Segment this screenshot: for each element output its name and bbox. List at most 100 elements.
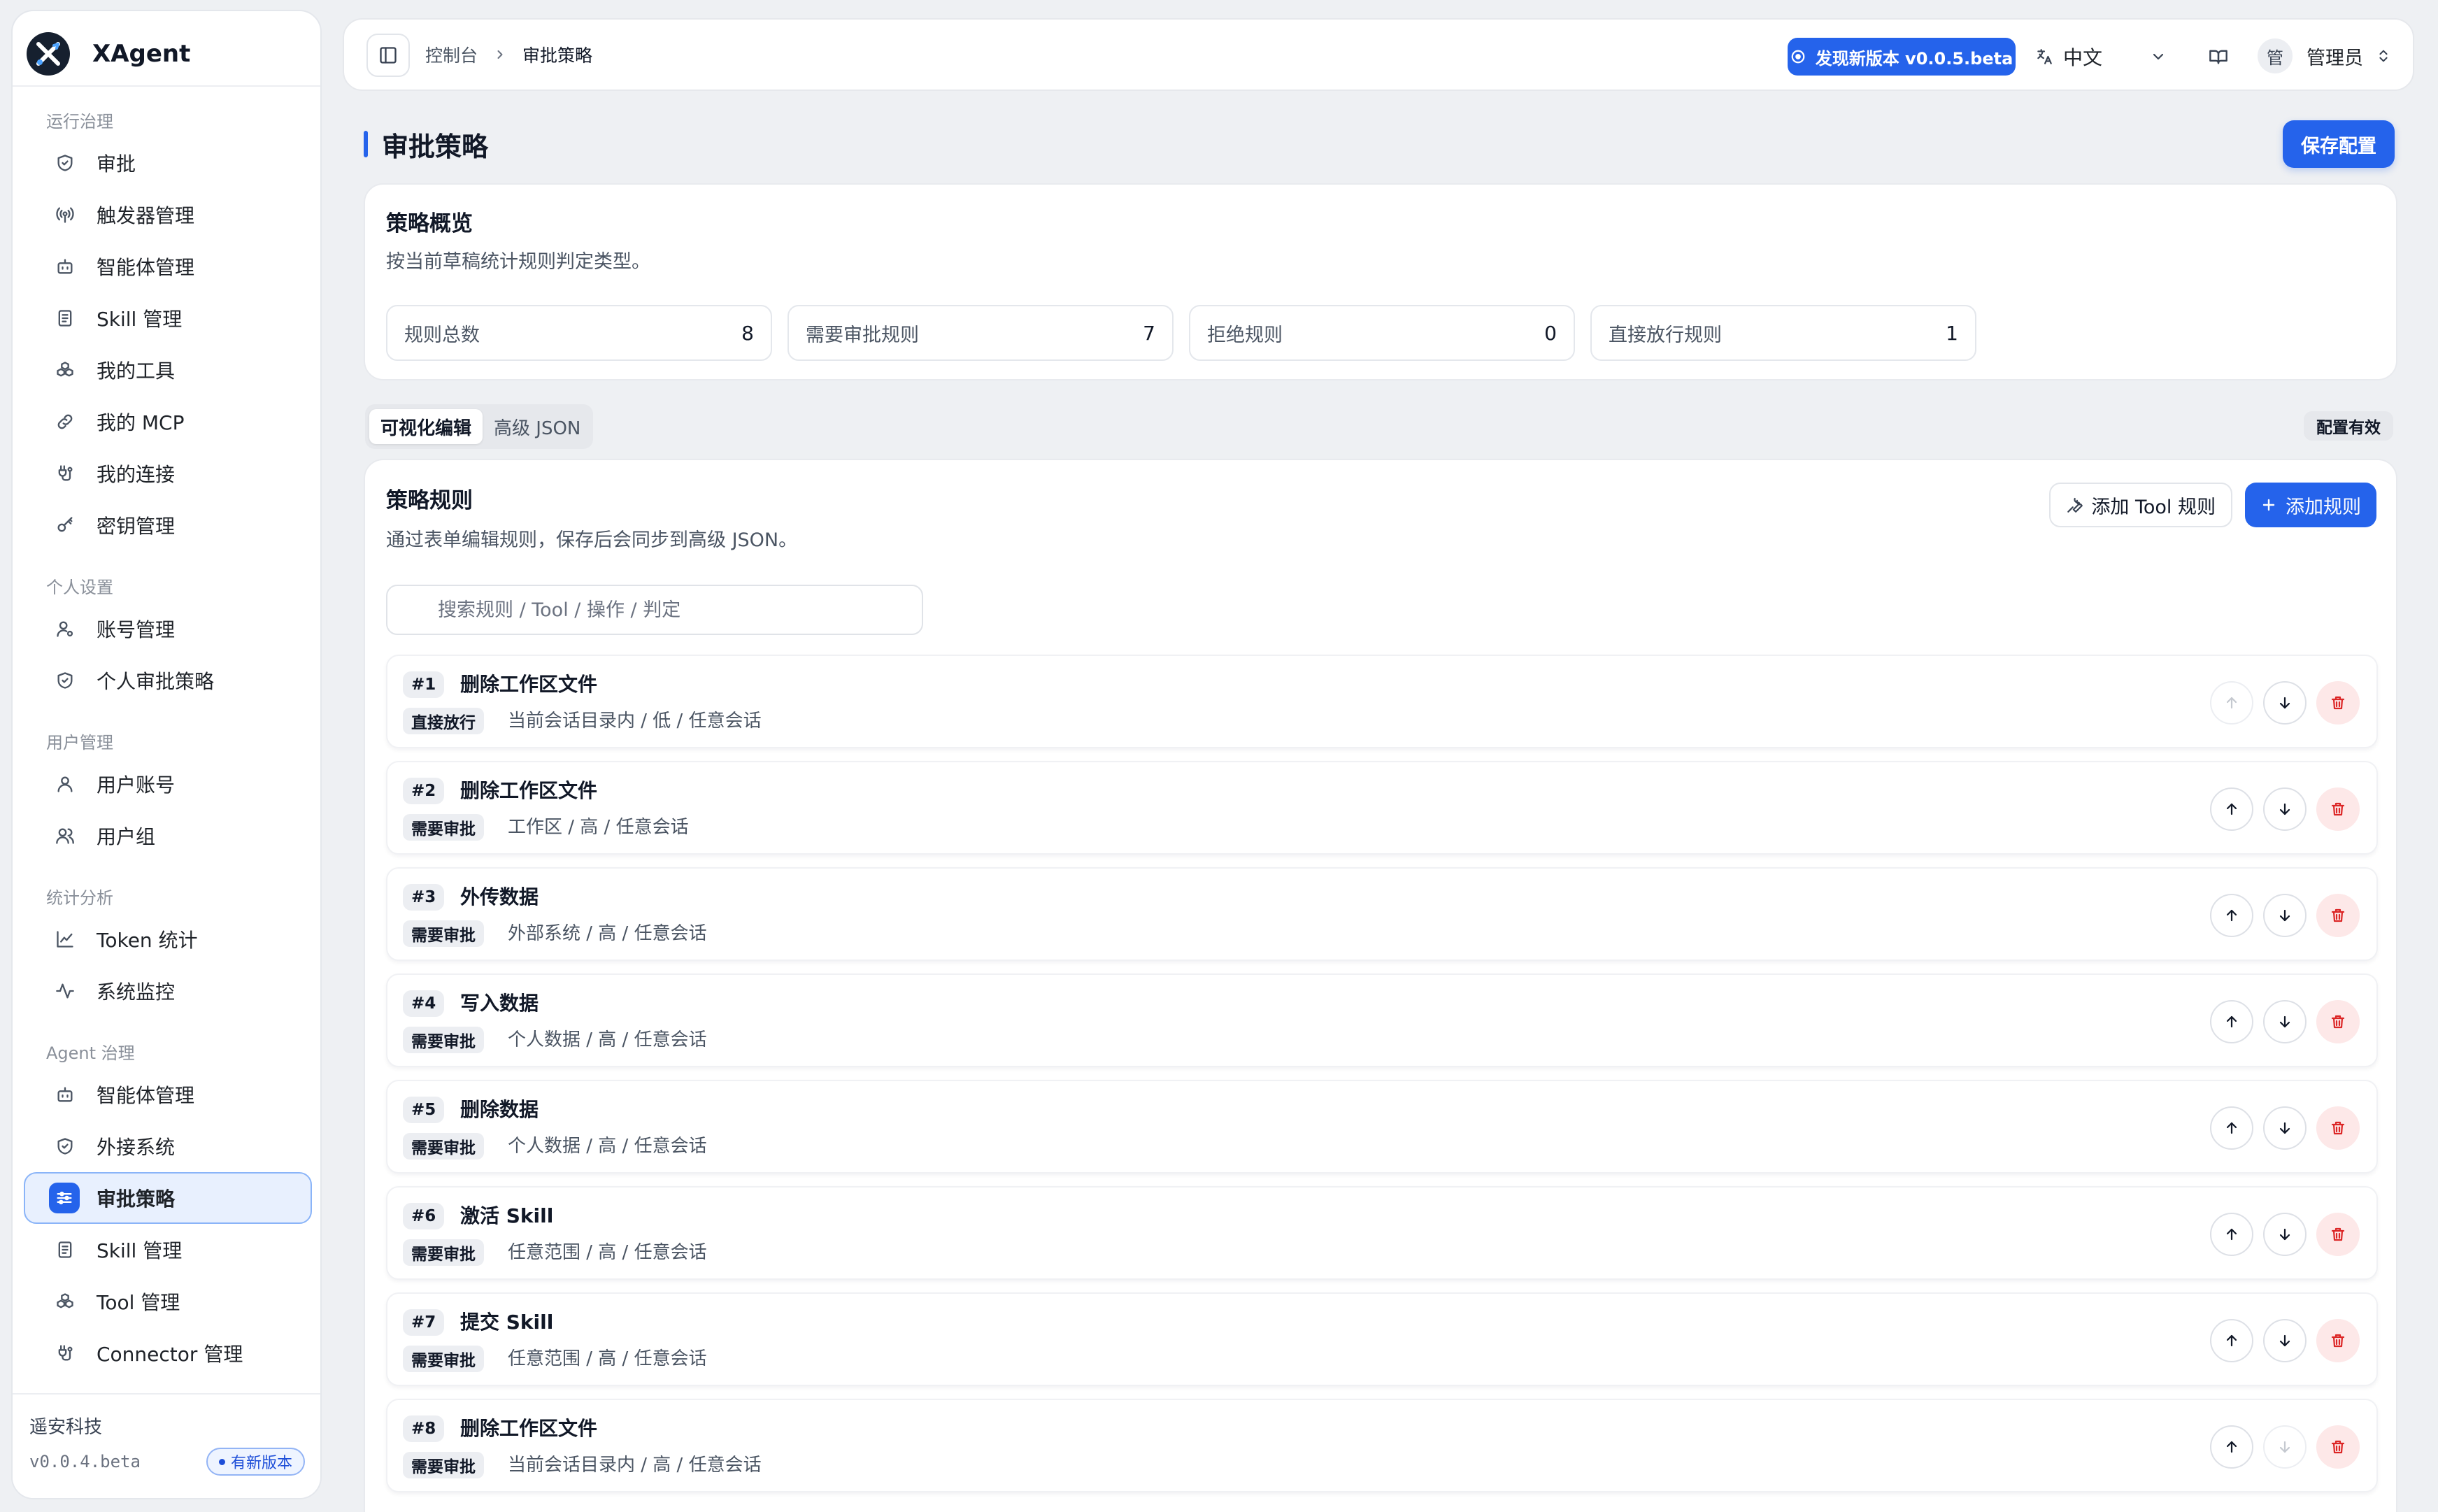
sidebar-item[interactable]: 审批	[24, 137, 312, 189]
move-up-button[interactable]	[2210, 1106, 2253, 1150]
rule-row[interactable]: #2 删除工作区文件 需要审批 工作区 / 高 / 任意会话	[386, 761, 2378, 855]
delete-rule-button[interactable]	[2316, 787, 2360, 831]
docs-book-icon[interactable]	[2209, 38, 2228, 76]
sidebar-item-label: 智能体管理	[97, 256, 195, 279]
user-menu[interactable]: 管 管理员	[2258, 35, 2391, 77]
delete-rule-button[interactable]	[2316, 1000, 2360, 1043]
rule-row[interactable]: #8 删除工作区文件 需要审批 当前会话目录内 / 高 / 任意会话	[386, 1399, 2378, 1492]
move-up-button[interactable]	[2210, 1000, 2253, 1043]
delete-rule-button[interactable]	[2316, 681, 2360, 725]
sidebar-item[interactable]: 智能体管理	[24, 241, 312, 292]
rule-decision-tag: 直接放行	[403, 708, 484, 734]
add-tool-rule-button[interactable]: 添加 Tool 规则	[2049, 483, 2232, 527]
rule-row[interactable]: #6 激活 Skill 需要审批 任意范围 / 高 / 任意会话	[386, 1186, 2378, 1280]
sidebar-item[interactable]: Token 统计	[24, 913, 312, 965]
add-rule-button[interactable]: 添加规则	[2245, 483, 2376, 527]
sidebar-item[interactable]: 触发器管理	[24, 189, 312, 241]
move-down-button[interactable]	[2263, 1106, 2307, 1150]
sidebar-item[interactable]: Tool 管理	[24, 1276, 312, 1327]
rule-controls	[2200, 894, 2360, 937]
stat-label: 直接放行规则	[1609, 324, 1722, 346]
rule-name: 写入数据	[460, 992, 539, 1015]
tab-advanced-json[interactable]: 高级 JSON	[483, 409, 592, 444]
rule-controls	[2200, 1319, 2360, 1362]
sidebar-nav-scroll[interactable]: 运行治理 审批 触发器管理 智能体管理 Skill 管理 我的工具 我的 MCP 我的连接 密钥…	[13, 87, 320, 1392]
stat-value: 0	[1544, 321, 1557, 345]
chevron-down-icon[interactable]	[2150, 38, 2167, 76]
rule-controls	[2200, 1106, 2360, 1150]
wrench-icon	[2066, 496, 2084, 514]
move-up-button[interactable]	[2210, 1425, 2253, 1469]
sidebar-item[interactable]: 个人审批策略	[24, 655, 312, 706]
stat-value: 7	[1143, 321, 1155, 345]
move-down-button[interactable]	[2263, 681, 2307, 725]
rules-search-input[interactable]	[386, 585, 923, 635]
rule-row[interactable]: #3 外传数据 需要审批 外部系统 / 高 / 任意会话	[386, 867, 2378, 961]
sidebar-item[interactable]: 我的工具	[24, 344, 312, 396]
sidebar-item-label: 审批	[97, 152, 136, 176]
move-down-button[interactable]	[2263, 1319, 2307, 1362]
rule-row[interactable]: #7 提交 Skill 需要审批 任意范围 / 高 / 任意会话	[386, 1292, 2378, 1386]
sidebar-item[interactable]: Skill 管理	[24, 292, 312, 344]
rule-controls	[2200, 681, 2360, 725]
sidebar-item[interactable]: MCP 配置	[24, 1379, 312, 1392]
sidebar-item[interactable]: 我的 MCP	[24, 396, 312, 448]
arrow-up-icon	[2223, 1226, 2240, 1243]
new-version-badge[interactable]: 有新版本	[206, 1448, 305, 1476]
user-name: 管理员	[2307, 47, 2363, 69]
move-down-button[interactable]	[2263, 894, 2307, 937]
sidebar-toggle-button[interactable]	[366, 34, 410, 77]
sidebar-item[interactable]: 账号管理	[24, 603, 312, 655]
delete-rule-button[interactable]	[2316, 894, 2360, 937]
sidebar-item-label: MCP 配置	[97, 1391, 185, 1392]
sidebar-item[interactable]: 我的连接	[24, 448, 312, 499]
delete-rule-button[interactable]	[2316, 1319, 2360, 1362]
update-available-button[interactable]: 发现新版本 v0.0.5.beta	[1788, 38, 2016, 76]
shield-icon	[53, 669, 77, 692]
sidebar-item-label: Skill 管理	[97, 1239, 183, 1262]
move-down-button[interactable]	[2263, 1213, 2307, 1256]
sidebar-item[interactable]: 审批策略	[24, 1172, 312, 1224]
move-up-button[interactable]	[2210, 787, 2253, 831]
sidebar-section-title: 用户管理	[46, 733, 113, 753]
rule-meta: 任意范围 / 高 / 任意会话	[508, 1242, 707, 1263]
rule-row[interactable]: #4 写入数据 需要审批 个人数据 / 高 / 任意会话	[386, 973, 2378, 1067]
move-down-button[interactable]	[2263, 1425, 2307, 1469]
delete-rule-button[interactable]	[2316, 1106, 2360, 1150]
rule-row[interactable]: #1 删除工作区文件 直接放行 当前会话目录内 / 低 / 任意会话	[386, 655, 2378, 748]
sidebar-item[interactable]: 密钥管理	[24, 499, 312, 551]
move-up-button[interactable]	[2210, 1319, 2253, 1362]
move-up-button[interactable]	[2210, 1213, 2253, 1256]
rule-meta: 任意范围 / 高 / 任意会话	[508, 1348, 707, 1369]
language-selector[interactable]: 中文	[2035, 38, 2102, 76]
sidebar-item-label: 用户组	[97, 825, 156, 848]
sidebar-item[interactable]: 外接系统	[24, 1120, 312, 1172]
move-down-button[interactable]	[2263, 787, 2307, 831]
arrow-down-icon	[2276, 1013, 2293, 1030]
move-up-button[interactable]	[2210, 894, 2253, 937]
sidebar-item[interactable]: Connector 管理	[24, 1327, 312, 1379]
page-title: 审批策略	[382, 131, 489, 162]
move-up-button[interactable]	[2210, 681, 2253, 725]
sidebar-header[interactable]: XAgent	[27, 25, 306, 83]
move-down-button[interactable]	[2263, 1000, 2307, 1043]
rule-decision-tag: 需要审批	[403, 1452, 484, 1478]
rule-decision-tag: 需要审批	[403, 1027, 484, 1053]
sidebar-item[interactable]: Skill 管理	[24, 1224, 312, 1276]
rule-controls	[2200, 787, 2360, 831]
rule-meta: 外部系统 / 高 / 任意会话	[508, 923, 707, 944]
delete-rule-button[interactable]	[2316, 1425, 2360, 1469]
save-config-button[interactable]: 保存配置	[2283, 120, 2395, 168]
arrow-up-icon	[2223, 1439, 2240, 1455]
breadcrumb-console-link[interactable]: 控制台	[425, 42, 478, 67]
rule-decision-tag: 需要审批	[403, 920, 484, 947]
delete-rule-button[interactable]	[2316, 1213, 2360, 1256]
sidebar-item-label: 外接系统	[97, 1136, 176, 1159]
sidebar-item[interactable]: 智能体管理	[24, 1069, 312, 1120]
tab-visual-editor[interactable]: 可视化编辑	[369, 409, 483, 444]
sidebar-item[interactable]: 用户组	[24, 810, 312, 862]
rule-row[interactable]: #5 删除数据 需要审批 个人数据 / 高 / 任意会话	[386, 1080, 2378, 1174]
sidebar-item[interactable]: 系统监控	[24, 965, 312, 1017]
sidebar-item-label: Tool 管理	[97, 1291, 180, 1314]
sidebar-item[interactable]: 用户账号	[24, 758, 312, 810]
